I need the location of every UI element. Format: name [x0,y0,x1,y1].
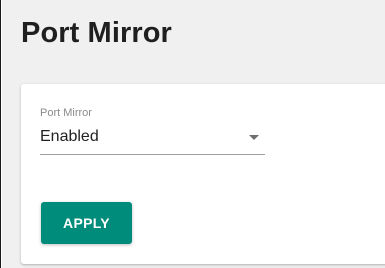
app-frame: Port Mirror Port Mirror Enabled APPLY [0,0,385,268]
settings-card: Port Mirror Enabled APPLY [21,84,385,264]
dropdown-arrow-icon[interactable] [249,135,259,140]
port-mirror-label: Port Mirror [40,107,92,119]
page-title: Port Mirror [21,17,172,49]
port-mirror-value[interactable]: Enabled [40,127,99,147]
port-mirror-select[interactable]: Port Mirror Enabled [40,100,265,155]
apply-button[interactable]: APPLY [41,202,132,244]
field-underline [40,154,265,155]
